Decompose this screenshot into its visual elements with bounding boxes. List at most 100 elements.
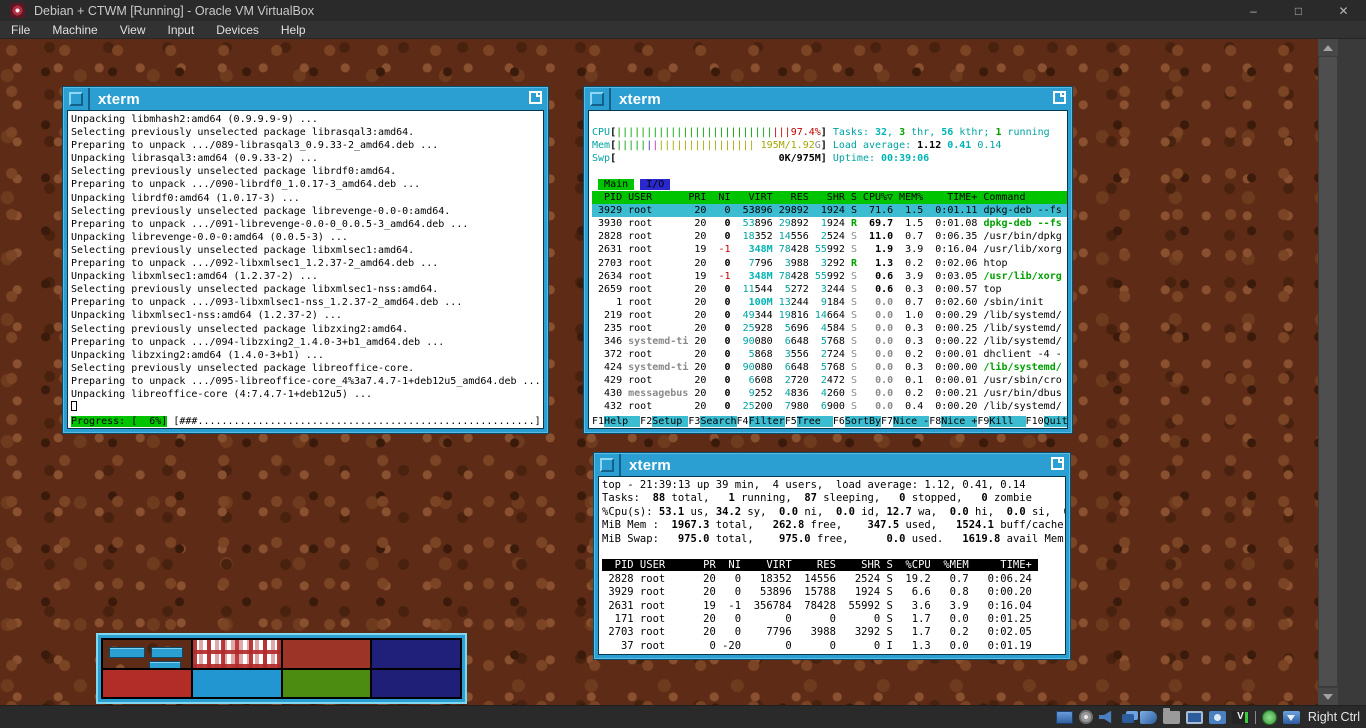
hard-disk-icon[interactable] — [1056, 711, 1073, 724]
titlebar[interactable]: Debian + CTWM [Running] - Oracle VM Virt… — [0, 0, 1366, 21]
apt-terminal-content[interactable]: Unpacking libmhash2:amd64 (0.9.9.9-9) ..… — [67, 110, 544, 429]
fkey-f1[interactable]: F1 — [592, 416, 604, 427]
menu-machine[interactable]: Machine — [41, 23, 108, 37]
process-row[interactable]: 432 root 20 0 25200 7980 6900 S 0.0 0.4 … — [592, 400, 1067, 413]
terminal-line: Selecting previously unselected package … — [71, 283, 543, 296]
top-titlebar[interactable]: xterm — [598, 454, 1066, 476]
fkey-f2[interactable]: F2 — [640, 416, 652, 427]
fkey-f3-label[interactable]: Search — [700, 416, 736, 427]
scroll-up-icon[interactable] — [1318, 39, 1338, 56]
terminal-line: Selecting previously unselected package … — [71, 244, 543, 257]
mem-meter: Mem[|||||||||||||||||||||||195M/1.92G] L… — [592, 139, 1067, 152]
process-row[interactable]: 3930 root 20 0 53896 29892 1924 R 69.7 1… — [592, 217, 1067, 230]
menu-file[interactable]: File — [0, 23, 41, 37]
virtualization-icon[interactable]: V — [1232, 711, 1249, 724]
viewport-gap — [1338, 39, 1366, 705]
close-button[interactable]: ✕ — [1321, 0, 1366, 21]
process-row[interactable]: 372 root 20 0 5868 3556 2724 S 0.0 0.2 0… — [592, 348, 1067, 361]
scroll-down-icon[interactable] — [1318, 688, 1338, 705]
shared-folder-icon[interactable] — [1163, 711, 1180, 724]
iconify-button[interactable] — [600, 458, 614, 472]
terminal-line: Unpacking libxmlsec1-nss:amd64 (1.2.37-2… — [71, 309, 543, 322]
iconify-button[interactable] — [69, 92, 83, 106]
fkey-f10-label[interactable]: Quit — [1044, 416, 1068, 427]
process-row: 37 root 0 -20 0 0 0 I 1.3 0.0 0:01.19 — [602, 640, 1065, 653]
process-row[interactable]: 219 root 20 0 49344 19816 14664 S 0.0 1.… — [592, 309, 1067, 322]
process-row[interactable]: 235 root 20 0 25928 5696 4584 S 0.0 0.3 … — [592, 322, 1067, 335]
fkey-f9[interactable]: F9 — [977, 416, 989, 427]
fkey-f3[interactable]: F3 — [688, 416, 700, 427]
fkey-f4-label[interactable]: Filter — [749, 416, 785, 427]
mouse-integration-icon[interactable] — [1262, 710, 1277, 725]
menu-view[interactable]: View — [109, 23, 157, 37]
fkey-f9-label[interactable]: Kill — [989, 416, 1025, 427]
menu-devices[interactable]: Devices — [205, 23, 270, 37]
fkey-f8[interactable]: F8 — [929, 416, 941, 427]
menu-help[interactable]: Help — [270, 23, 317, 37]
fkey-f6[interactable]: F6 — [833, 416, 845, 427]
top-summary-line: Tasks: 88 total, 1 running, 87 sleeping,… — [602, 492, 1065, 505]
workspace-cell-2[interactable] — [193, 640, 281, 668]
window-title-label: xterm — [629, 457, 671, 474]
terminal-line: Unpacking librdf0:amd64 (1.0.17-3) ... — [71, 192, 543, 205]
optical-disc-icon[interactable] — [1079, 710, 1093, 724]
keyboard-icon[interactable] — [1283, 711, 1300, 724]
recording-icon[interactable] — [1209, 711, 1226, 724]
process-row[interactable]: 2631 root 19 -1 348M 78428 55992 S 1.9 3… — [592, 243, 1067, 256]
fkey-f7[interactable]: F7 — [881, 416, 893, 427]
usb-icon[interactable] — [1140, 711, 1157, 724]
display-icon[interactable] — [1186, 711, 1203, 724]
process-row[interactable]: 2828 root 20 0 18352 14556 2524 S 11.0 0… — [592, 230, 1067, 243]
maximize-button[interactable]: □ — [1276, 0, 1321, 21]
progress-line: Progress: [ 6%] [###....................… — [71, 415, 543, 428]
top-terminal-content[interactable]: top - 21:39:13 up 39 min, 4 users, load … — [598, 476, 1066, 655]
network-icon[interactable] — [1122, 714, 1134, 723]
htop-titlebar[interactable]: xterm — [588, 88, 1068, 110]
cursor-line — [71, 401, 543, 415]
audio-icon[interactable] — [1099, 711, 1116, 724]
process-row: 2703 root 20 0 7796 3988 3292 S 1.7 0.2 … — [602, 626, 1065, 639]
htop-tab-main[interactable]: Main — [598, 179, 634, 190]
fkey-f1-label[interactable]: Help — [604, 416, 640, 427]
process-row[interactable]: 2634 root 19 -1 348M 78428 55992 S 0.6 3… — [592, 270, 1067, 283]
terminal-line: Unpacking libzxing2:amd64 (1.4.0-3+b1) .… — [71, 349, 543, 362]
scrollbar-thumb[interactable] — [1319, 57, 1337, 686]
fkey-f4[interactable]: F4 — [737, 416, 749, 427]
process-row[interactable]: 429 root 20 0 6608 2720 2472 S 0.0 0.1 0… — [592, 374, 1067, 387]
workspace-cell-1[interactable] — [103, 640, 191, 668]
menu-input[interactable]: Input — [157, 23, 206, 37]
mini-window — [109, 647, 145, 658]
fkey-f10[interactable]: F10 — [1026, 416, 1044, 427]
resize-button[interactable] — [525, 90, 543, 108]
workspace-cell-6[interactable] — [193, 670, 281, 698]
workspace-cell-7[interactable] — [283, 670, 371, 698]
process-row[interactable]: 2659 root 20 0 11544 5272 3244 S 0.6 0.3… — [592, 283, 1067, 296]
vm-display[interactable]: xterm Unpacking libmhash2:amd64 (0.9.9.9… — [0, 39, 1318, 705]
fkey-f6-label[interactable]: SortBy — [845, 416, 881, 427]
fkey-f8-label[interactable]: Nice + — [941, 416, 977, 427]
iconify-button[interactable] — [590, 92, 604, 106]
statusbar-separator — [1255, 711, 1256, 724]
apt-titlebar[interactable]: xterm — [67, 88, 544, 110]
fkey-f5[interactable]: F5 — [785, 416, 797, 427]
workspace-cell-5[interactable] — [103, 670, 191, 698]
htop-tab-io[interactable]: I/O — [640, 179, 670, 190]
fkey-f2-label[interactable]: Setup — [652, 416, 688, 427]
process-row[interactable]: 1 root 20 0 100M 13244 9184 S 0.0 0.7 0:… — [592, 296, 1067, 309]
workspace-cell-4[interactable] — [372, 640, 460, 668]
process-row[interactable]: 346 systemd-ti 20 0 90080 6648 5768 S 0.… — [592, 335, 1067, 348]
workspace-cell-3[interactable] — [283, 640, 371, 668]
process-row[interactable]: 3929 root 20 0 53896 29892 1924 S 71.6 1… — [592, 204, 1067, 217]
htop-terminal-content[interactable]: CPU[|||||||||||||||||||||||||||||97.4%] … — [588, 110, 1068, 429]
process-row[interactable]: 424 systemd-ti 20 0 90080 6648 5768 S 0.… — [592, 361, 1067, 374]
xterm-window-htop: xterm CPU[|||||||||||||||||||||||||||||9… — [583, 86, 1073, 434]
fkey-f7-label[interactable]: Nice - — [893, 416, 929, 427]
vertical-scrollbar[interactable] — [1318, 39, 1338, 705]
fkey-f5-label[interactable]: Tree — [797, 416, 833, 427]
resize-button[interactable] — [1047, 456, 1065, 474]
minimize-button[interactable]: – — [1231, 0, 1276, 21]
process-row[interactable]: 430 messagebus 20 0 9252 4836 4260 S 0.0… — [592, 387, 1067, 400]
resize-button[interactable] — [1049, 90, 1067, 108]
process-row[interactable]: 2703 root 20 0 7796 3988 3292 R 1.3 0.2 … — [592, 257, 1067, 270]
workspace-cell-8[interactable] — [372, 670, 460, 698]
